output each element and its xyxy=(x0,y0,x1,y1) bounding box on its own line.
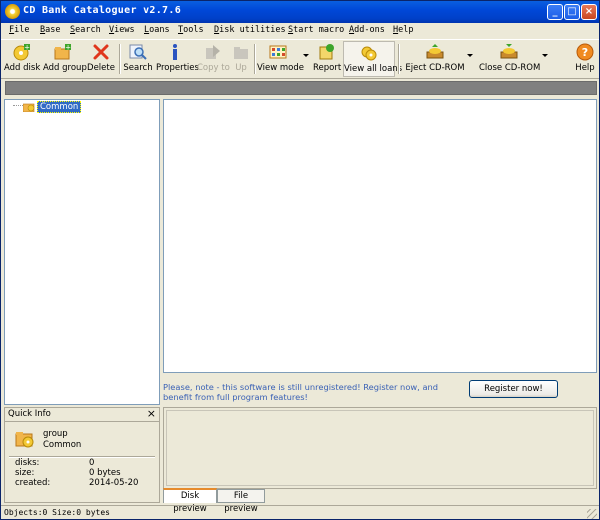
copy-to-label: Copy to xyxy=(197,63,230,73)
up-button[interactable]: Up xyxy=(230,41,252,77)
svg-text:+: + xyxy=(24,44,30,52)
menu-help[interactable]: Help xyxy=(393,25,413,35)
quick-info-key: created: xyxy=(15,478,51,488)
close-cdrom-button[interactable]: Close CD-ROM xyxy=(479,41,541,77)
search-label: Search xyxy=(123,63,153,73)
quick-info-type: group xyxy=(43,429,68,439)
close-tray-icon xyxy=(500,44,518,59)
copy-to-icon xyxy=(206,45,220,59)
tab-disk-preview[interactable]: Disk preview xyxy=(163,488,217,514)
quick-info-header: Quick Info × xyxy=(5,407,159,422)
menu-tools[interactable]: Tools xyxy=(178,25,204,35)
tab-file-preview[interactable]: File preview xyxy=(217,489,265,514)
contents-list[interactable] xyxy=(163,99,597,373)
folder-up-icon xyxy=(234,47,248,59)
properties-label: Properties xyxy=(156,63,199,73)
menu-file[interactable]: File xyxy=(9,25,29,35)
eject-cdrom-label: Eject CD-ROM xyxy=(405,63,465,73)
unregistered-notice: Please, note - this software is still un… xyxy=(163,382,439,402)
quick-info-panel: Quick Info × group Common disks: 0 size:… xyxy=(4,407,160,503)
quick-info-value: 0 bytes xyxy=(89,468,121,478)
report-button[interactable]: Report xyxy=(313,41,341,77)
search-icon xyxy=(129,44,147,60)
menu-base[interactable]: Base xyxy=(40,25,60,35)
header-strip xyxy=(5,81,597,95)
quick-info-key: disks: xyxy=(15,458,40,468)
close-tray-dropdown-icon[interactable] xyxy=(542,54,548,57)
delete-icon xyxy=(93,44,109,60)
resize-grip-icon[interactable] xyxy=(587,509,597,519)
tree-node-common[interactable]: Common xyxy=(37,101,82,113)
quick-info-title: Quick Info xyxy=(8,409,51,419)
close-icon[interactable]: × xyxy=(147,407,156,420)
minimize-button[interactable]: _ xyxy=(547,4,563,20)
add-group-icon: + xyxy=(54,44,71,60)
copy-to-button[interactable]: Copy to xyxy=(197,41,230,77)
group-folder-icon xyxy=(23,103,35,112)
add-group-label: Add group xyxy=(43,63,87,73)
close-button[interactable]: × xyxy=(581,4,597,20)
menu-views[interactable]: Views xyxy=(109,25,135,35)
quick-info-value: 2014-05-20 xyxy=(89,478,139,488)
toolbar-separator xyxy=(119,44,121,74)
title-bar[interactable]: CD Bank Cataloguer v2.7.6 _ □ × xyxy=(1,1,599,23)
view-mode-label: View mode xyxy=(257,63,304,73)
menu-loans[interactable]: Loans xyxy=(144,25,170,35)
toolbar-separator xyxy=(398,44,400,74)
toolbar-separator xyxy=(254,44,256,74)
quick-info-value: 0 xyxy=(89,458,95,468)
add-disk-icon: + xyxy=(13,44,30,61)
view-all-loans-label: View all loans xyxy=(344,64,403,74)
catalog-tree[interactable]: Common xyxy=(4,99,160,405)
menu-add-ons[interactable]: Add-ons xyxy=(349,25,385,35)
view-all-loans-button[interactable]: View all loans xyxy=(343,41,403,77)
menu-search[interactable]: Search xyxy=(70,25,101,35)
add-disk-button[interactable]: + Add disk xyxy=(4,41,40,77)
svg-text:+: + xyxy=(65,44,71,52)
report-icon xyxy=(319,44,334,60)
quick-info-name: Common xyxy=(43,440,82,450)
help-button[interactable]: ? Help xyxy=(573,41,597,77)
register-now-button[interactable]: Register now! xyxy=(469,380,558,398)
eject-dropdown-icon[interactable] xyxy=(467,54,473,57)
menu-start-macro[interactable]: Start macro xyxy=(288,25,344,35)
properties-button[interactable]: Properties xyxy=(156,41,199,77)
up-label: Up xyxy=(235,63,247,73)
view-mode-button[interactable]: View mode xyxy=(257,41,304,77)
close-cdrom-label: Close CD-ROM xyxy=(479,63,541,73)
app-window: CD Bank Cataloguer v2.7.6 _ □ × File Bas… xyxy=(0,0,600,520)
help-icon: ? xyxy=(576,43,594,61)
status-text: Objects:0 Size:0 bytes xyxy=(4,508,110,517)
maximize-button[interactable]: □ xyxy=(564,4,580,20)
help-label: Help xyxy=(575,63,595,73)
add-group-button[interactable]: + Add group xyxy=(43,41,87,77)
preview-panel xyxy=(163,407,597,489)
preview-area xyxy=(166,410,594,486)
view-mode-dropdown-icon[interactable] xyxy=(303,54,309,57)
cd-icon xyxy=(5,4,20,19)
eject-cdrom-button[interactable]: Eject CD-ROM xyxy=(405,41,465,77)
delete-label: Delete xyxy=(87,63,115,73)
search-button[interactable]: Search xyxy=(123,41,153,77)
menu-bar: File Base Search Views Loans Tools Disk … xyxy=(1,23,599,39)
delete-button[interactable]: Delete xyxy=(86,41,116,77)
group-folder-icon xyxy=(15,432,34,448)
info-icon xyxy=(173,44,177,60)
tree-connector xyxy=(13,105,23,107)
view-mode-icon xyxy=(269,45,287,59)
window-title: CD Bank Cataloguer v2.7.6 xyxy=(23,5,182,16)
loans-icon xyxy=(361,46,377,61)
eject-icon xyxy=(426,44,444,59)
toolbar: + Add disk + Add group Delete Search Pro… xyxy=(1,39,599,79)
menu-disk-utilities[interactable]: Disk utilities xyxy=(214,25,286,35)
status-bar: Objects:0 Size:0 bytes xyxy=(1,505,599,520)
svg-text:?: ? xyxy=(582,46,588,59)
add-disk-label: Add disk xyxy=(4,63,41,73)
report-label: Report xyxy=(313,63,342,73)
quick-info-key: size: xyxy=(15,468,35,478)
